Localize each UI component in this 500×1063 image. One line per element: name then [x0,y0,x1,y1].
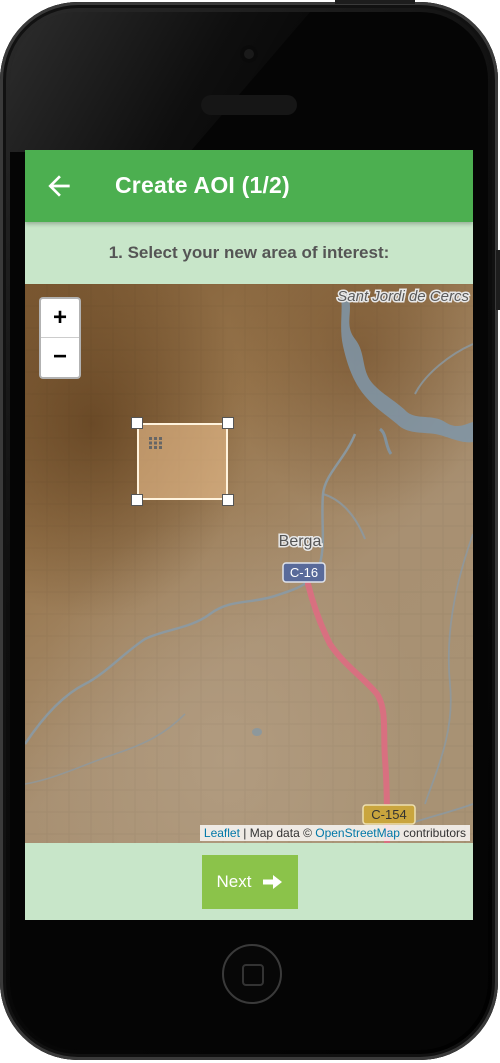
page-title: Create AOI (1/2) [115,172,290,198]
resize-handle-top-right[interactable] [222,417,234,429]
earpiece-speaker [201,95,297,115]
road-label-c154: C-154 [371,807,406,822]
place-label-sant-jordi: Sant Jordi de Cercs [337,288,469,305]
front-camera [240,45,258,63]
phone-glare [10,12,310,152]
map-attribution: Leaflet | Map data © OpenStreetMap contr… [199,825,470,841]
next-button-label: Next [216,872,252,891]
resize-handle-top-left[interactable] [131,417,143,429]
zoom-control: + − [39,297,81,379]
home-button[interactable] [222,944,282,1004]
attribution-separator: | Map data © [239,826,316,840]
drag-grid-icon[interactable] [149,437,165,449]
footer-bar: Next [25,843,473,920]
arrow-left-icon [48,175,70,197]
place-label-berga: Berga [279,533,322,550]
phone-side-button [496,250,500,310]
openstreetmap-link[interactable]: OpenStreetMap [315,826,400,840]
phone-frame: Create AOI (1/2) 1. Select your new area… [0,0,500,1063]
map-view[interactable]: C-16 C-154 Sant Jordi de Cercs Berga + − [25,284,473,843]
resize-handle-bottom-left[interactable] [131,494,143,506]
app-screen: Create AOI (1/2) 1. Select your new area… [25,150,473,920]
app-bar: Create AOI (1/2) [25,150,473,222]
attribution-suffix: contributors [399,826,466,840]
road-label-c16: C-16 [290,565,318,580]
zoom-in-button[interactable]: + [41,299,79,338]
zoom-out-button[interactable]: − [41,338,79,376]
leaflet-link[interactable]: Leaflet [204,826,240,840]
map-tiles: C-16 C-154 Sant Jordi de Cercs Berga [25,284,473,843]
aoi-selection-rectangle[interactable] [131,417,234,506]
phone-top-button [335,0,415,4]
back-button[interactable] [43,170,75,202]
arrow-right-icon [263,875,283,889]
instruction-bar: 1. Select your new area of interest: [25,222,473,284]
resize-handle-bottom-right[interactable] [222,494,234,506]
instruction-text: 1. Select your new area of interest: [108,243,390,262]
next-button[interactable]: Next [202,855,298,909]
